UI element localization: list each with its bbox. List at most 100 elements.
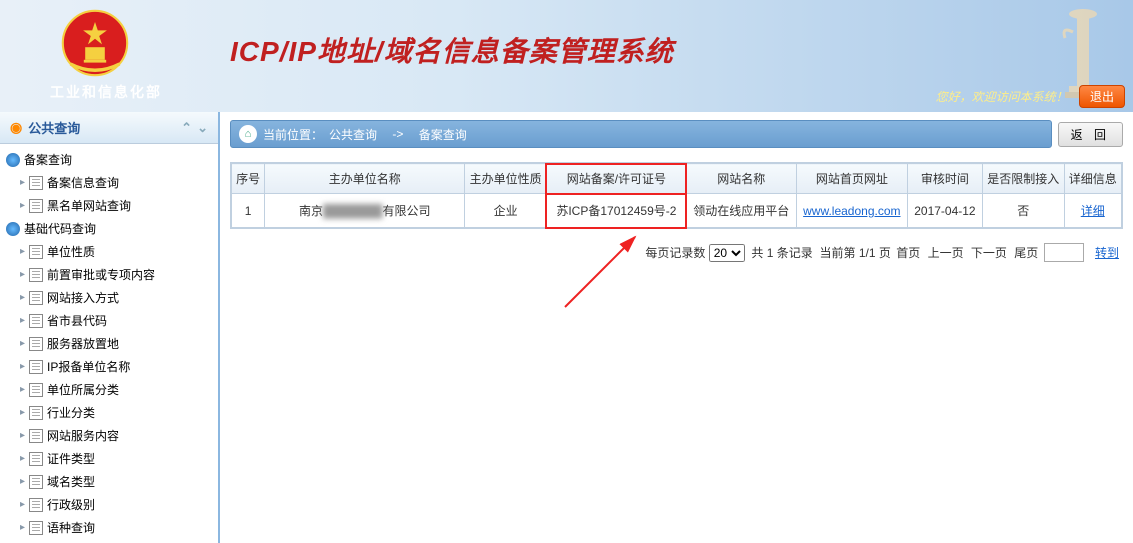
page-now-suffix: 页	[879, 246, 891, 260]
doc-icon	[29, 291, 43, 305]
arrow-icon: ▸	[20, 177, 25, 188]
sidebar-item-label: 备案信息查询	[47, 174, 119, 191]
pager-last[interactable]: 尾页	[1014, 246, 1038, 260]
sidebar-section-title: 公共查询	[28, 118, 80, 137]
doc-icon	[29, 360, 43, 374]
doc-icon	[29, 475, 43, 489]
chevron-down-icon: ⌄	[197, 120, 208, 136]
per-page-select[interactable]: 20	[709, 244, 745, 262]
sidebar-item-label: 网站服务内容	[47, 427, 119, 444]
sidebar-item-region-code[interactable]: ▸省市县代码	[0, 309, 218, 332]
sidebar-item-server-location[interactable]: ▸服务器放置地	[0, 332, 218, 355]
sidebar-item-label: 黑名单网站查询	[47, 197, 131, 214]
breadcrumb: ⌂ 当前位置： 公共查询 -> 备案查询	[230, 120, 1052, 148]
cell-seq: 1	[232, 194, 265, 228]
doc-icon	[29, 521, 43, 535]
table-header-row: 序号 主办单位名称 主办单位性质 网站备案/许可证号 网站名称 网站首页网址 审…	[232, 164, 1122, 194]
sidebar-list: 备案查询 ▸备案信息查询 ▸黑名单网站查询 基础代码查询 ▸单位性质 ▸前置审批…	[0, 144, 218, 543]
doc-icon	[29, 245, 43, 259]
sidebar-item-label: 证件类型	[47, 450, 95, 467]
sidebar-item-preapproval[interactable]: ▸前置审批或专项内容	[0, 263, 218, 286]
arrow-icon: ▸	[20, 292, 25, 303]
ministry-label: 工业和信息化部	[50, 82, 162, 102]
th-seq: 序号	[232, 164, 265, 194]
th-license: 网站备案/许可证号	[546, 164, 686, 194]
sidebar-item-cert-type[interactable]: ▸证件类型	[0, 447, 218, 470]
th-siteurl: 网站首页网址	[796, 164, 907, 194]
sidebar-item-industry[interactable]: ▸行业分类	[0, 401, 218, 424]
sidebar-item-label: 语种查询	[47, 519, 95, 536]
results-table-wrap: 序号 主办单位名称 主办单位性质 网站备案/许可证号 网站名称 网站首页网址 审…	[230, 162, 1123, 229]
bullet-icon: ◉	[10, 119, 22, 136]
th-restricted: 是否限制接入	[982, 164, 1064, 194]
welcome-bar: 您好，欢迎访问本系统！ 退出	[936, 85, 1125, 108]
breadcrumb-path2[interactable]: 备案查询	[419, 126, 467, 143]
cell-siteurl: www.leadong.com	[796, 194, 907, 228]
total-prefix: 共	[751, 246, 763, 260]
sidebar-item-unit-nature[interactable]: ▸ 单位性质	[0, 240, 218, 263]
arrow-icon: ▸	[20, 476, 25, 487]
doc-icon	[29, 199, 43, 213]
org-suffix: 有限公司	[383, 204, 431, 218]
pager-goto-link[interactable]: 转到	[1095, 246, 1119, 260]
breadcrumb-row: ⌂ 当前位置： 公共查询 -> 备案查询 返 回	[230, 120, 1123, 148]
sidebar-group-record-query[interactable]: 备案查询	[0, 148, 218, 171]
sidebar-item-label: 行业分类	[47, 404, 95, 421]
detail-link[interactable]: 详细	[1081, 204, 1105, 218]
arrow-icon: ▸	[20, 522, 25, 533]
doc-icon	[29, 452, 43, 466]
results-table: 序号 主办单位名称 主办单位性质 网站备案/许可证号 网站名称 网站首页网址 审…	[231, 163, 1122, 228]
cell-nature: 企业	[465, 194, 547, 228]
home-icon[interactable]: ⌂	[239, 125, 257, 143]
sidebar-item-blacklist[interactable]: ▸黑名单网站查询	[0, 194, 218, 217]
app-header: 工业和信息化部 ICP/IP地址/域名信息备案管理系统 您好，欢迎访问本系统！ …	[0, 0, 1133, 112]
sidebar-item-label: 前置审批或专项内容	[47, 266, 155, 283]
sidebar-item-service-content[interactable]: ▸ 网站服务内容	[0, 424, 218, 447]
th-detail: 详细信息	[1064, 164, 1121, 194]
cell-detail: 详细	[1064, 194, 1121, 228]
welcome-text: 您好，欢迎访问本系统！	[936, 90, 1068, 104]
sidebar-item-ip-report-unit[interactable]: ▸IP报备单位名称	[0, 355, 218, 378]
doc-icon	[29, 406, 43, 420]
pager-next[interactable]: 下一页	[971, 246, 1007, 260]
sidebar-item-language[interactable]: ▸ 语种查询	[0, 516, 218, 539]
sidebar-group-base-code[interactable]: 基础代码查询	[0, 217, 218, 240]
sidebar-item-label: 网站接入方式	[47, 289, 119, 306]
group-icon	[6, 153, 20, 167]
arrow-icon: ▸	[20, 430, 25, 441]
sidebar-item-unit-category[interactable]: ▸单位所属分类	[0, 378, 218, 401]
main-content: ⌂ 当前位置： 公共查询 -> 备案查询 返 回 序号 主办单位名称 主办单位性…	[220, 112, 1133, 543]
sidebar-item-admin-level[interactable]: ▸ 行政级别	[0, 493, 218, 516]
org-prefix: 南京	[299, 204, 323, 218]
sidebar-item-label: IP报备单位名称	[47, 358, 130, 375]
breadcrumb-path1[interactable]: 公共查询	[329, 126, 377, 143]
arrow-icon: ▸	[20, 338, 25, 349]
sidebar-section-header[interactable]: ◉ 公共查询 ⌄ ⌃	[0, 112, 218, 144]
pager-goto-input[interactable]	[1044, 243, 1084, 262]
pager-prev[interactable]: 上一页	[928, 246, 964, 260]
pager-first[interactable]: 首页	[896, 246, 920, 260]
table-row: 1 南京███████有限公司 企业 苏ICP备17012459号-2 领动在线…	[232, 194, 1122, 228]
sidebar-item-access-mode[interactable]: ▸ 网站接入方式	[0, 286, 218, 309]
back-button[interactable]: 返 回	[1058, 122, 1123, 147]
sidebar: ◉ 公共查询 ⌄ ⌃ 备案查询 ▸备案信息查询 ▸黑名单网站查询 基础代码查询 …	[0, 112, 220, 543]
doc-icon	[29, 268, 43, 282]
th-sitename: 网站名称	[686, 164, 796, 194]
sidebar-item-domain-type[interactable]: ▸域名类型	[0, 470, 218, 493]
sidebar-item-label: 行政级别	[47, 496, 95, 513]
page-now: 1/1	[859, 246, 876, 260]
doc-icon	[29, 429, 43, 443]
exit-button[interactable]: 退出	[1079, 85, 1125, 108]
sidebar-group-label: 备案查询	[24, 151, 72, 168]
total-count: 1	[767, 246, 774, 260]
sidebar-item-label: 单位性质	[47, 243, 95, 260]
site-url-link[interactable]: www.leadong.com	[803, 204, 900, 218]
doc-icon	[29, 314, 43, 328]
doc-icon	[29, 176, 43, 190]
sidebar-item-record-info[interactable]: ▸ 备案信息查询	[0, 171, 218, 194]
arrow-icon: ▸	[20, 499, 25, 510]
arrow-icon: ▸	[20, 315, 25, 326]
th-audit: 审核时间	[907, 164, 982, 194]
cell-org: 南京███████有限公司	[265, 194, 465, 228]
arrow-icon: ▸	[20, 246, 25, 257]
